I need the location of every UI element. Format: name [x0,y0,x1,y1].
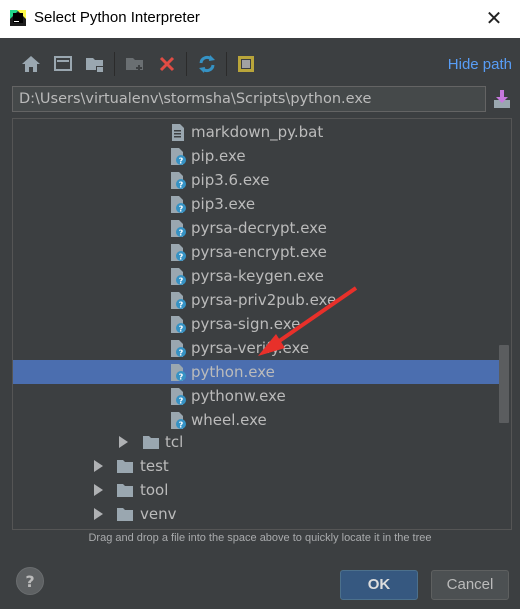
tree-row-label: tcl [165,433,184,451]
tree-row-label: pythonw.exe [191,387,286,405]
new-folder-icon[interactable] [124,53,146,75]
tree-row-label: test [140,457,169,475]
svg-text:?: ? [179,181,184,190]
expand-arrow-icon[interactable] [94,484,103,496]
hide-path-link[interactable]: Hide path [448,56,512,73]
unknown-file-icon: ? [171,196,186,214]
svg-text:?: ? [179,253,184,262]
unknown-file-icon: ? [171,340,186,358]
download-icon[interactable] [492,88,512,110]
tree-row-label: pip3.6.exe [191,171,270,189]
vertical-scrollbar[interactable] [499,345,509,423]
tree-row[interactable]: ? pip3.exe [13,192,499,216]
svg-text:?: ? [179,421,184,430]
unknown-file-icon: ? [171,244,186,262]
show-hidden-files-icon[interactable] [235,53,257,75]
unknown-file-icon: ? [171,364,186,382]
svg-text:?: ? [179,157,184,166]
tree-row[interactable]: ? wheel.exe [13,408,499,432]
tree-row[interactable]: test [13,454,499,478]
tree-row[interactable]: tcl [13,430,499,454]
help-button[interactable]: ? [16,567,44,595]
cancel-button[interactable]: Cancel [431,570,509,600]
unknown-file-icon: ? [171,220,186,238]
ok-button[interactable]: OK [340,570,418,600]
dialog-title: Select Python Interpreter [34,9,200,26]
folder-icon [143,436,159,449]
tree-row[interactable]: ? pythonw.exe [13,384,499,408]
tree-row-label: pyrsa-keygen.exe [191,267,324,285]
tree-row-label: pyrsa-decrypt.exe [191,219,327,237]
tree-row-label: pyrsa-encrypt.exe [191,243,327,261]
tree-row[interactable]: ? pyrsa-priv2pub.exe [13,288,499,312]
tree-row-label: python.exe [191,363,275,381]
svg-text:?: ? [179,349,184,358]
expand-arrow-icon[interactable] [119,436,128,448]
tree-row[interactable]: ? pyrsa-encrypt.exe [13,240,499,264]
tree-row-label: venv [140,505,177,523]
svg-text:?: ? [179,277,184,286]
folder-icon [117,460,133,473]
tree-row[interactable]: tool [13,478,499,502]
svg-text:?: ? [179,229,184,238]
folder-icon [117,508,133,521]
toolbar-separator [186,52,187,76]
unknown-file-icon: ? [171,172,186,190]
unknown-file-icon: ? [171,388,186,406]
desktop-icon[interactable] [52,53,74,75]
svg-text:?: ? [179,325,184,334]
tree-row-label: wheel.exe [191,411,267,429]
toolbar-separator [114,52,115,76]
tree-row[interactable]: ? pip3.6.exe [13,168,499,192]
toolbar-separator [226,52,227,76]
svg-text:?: ? [179,397,184,406]
tree-row[interactable]: venv [13,502,499,526]
tree-row-label: pyrsa-sign.exe [191,315,301,333]
unknown-file-icon: ? [171,292,186,310]
expand-arrow-icon[interactable] [94,508,103,520]
drag-drop-hint: Drag and drop a file into the space abov… [88,532,432,544]
close-icon[interactable]: ✕ [482,6,506,30]
svg-text:?: ? [179,373,184,382]
toolbar: Hide path [0,38,520,84]
unknown-file-icon: ? [171,316,186,334]
home-icon[interactable] [20,53,42,75]
title-bar: Select Python Interpreter ✕ [0,0,520,38]
tree-row-label: markdown_py.bat [191,123,324,141]
file-tree[interactable]: markdown_py.bat? pip.exe? pip3.6.exe? pip3.… [12,118,512,530]
svg-text:?: ? [179,301,184,310]
tree-row[interactable]: ? pyrsa-keygen.exe [13,264,499,288]
tree-row-label: tool [140,481,169,499]
tree-row[interactable]: ? pyrsa-sign.exe [13,312,499,336]
tree-row-label: pip.exe [191,147,246,165]
path-input[interactable]: D:\Users\virtualenv\stormsha\Scripts\pyt… [12,86,486,112]
unknown-file-icon: ? [171,268,186,286]
tree-row[interactable]: ? pyrsa-decrypt.exe [13,216,499,240]
svg-text:?: ? [179,205,184,214]
tree-row[interactable]: ? pip.exe [13,144,499,168]
tree-row-label: pip3.exe [191,195,256,213]
text-file-icon [172,124,184,141]
tree-row-label: pyrsa-verify.exe [191,339,310,357]
refresh-icon[interactable] [196,53,218,75]
pycharm-app-icon [10,10,26,26]
expand-arrow-icon[interactable] [94,460,103,472]
tree-row[interactable]: ? python.exe [13,360,499,384]
folder-icon [117,484,133,497]
tree-row[interactable]: markdown_py.bat [13,120,499,144]
delete-icon[interactable] [156,53,178,75]
tree-row[interactable]: ? pyrsa-verify.exe [13,336,499,360]
project-folder-icon[interactable] [84,53,106,75]
unknown-file-icon: ? [171,148,186,166]
unknown-file-icon: ? [171,412,186,430]
tree-row-label: pyrsa-priv2pub.exe [191,291,337,309]
